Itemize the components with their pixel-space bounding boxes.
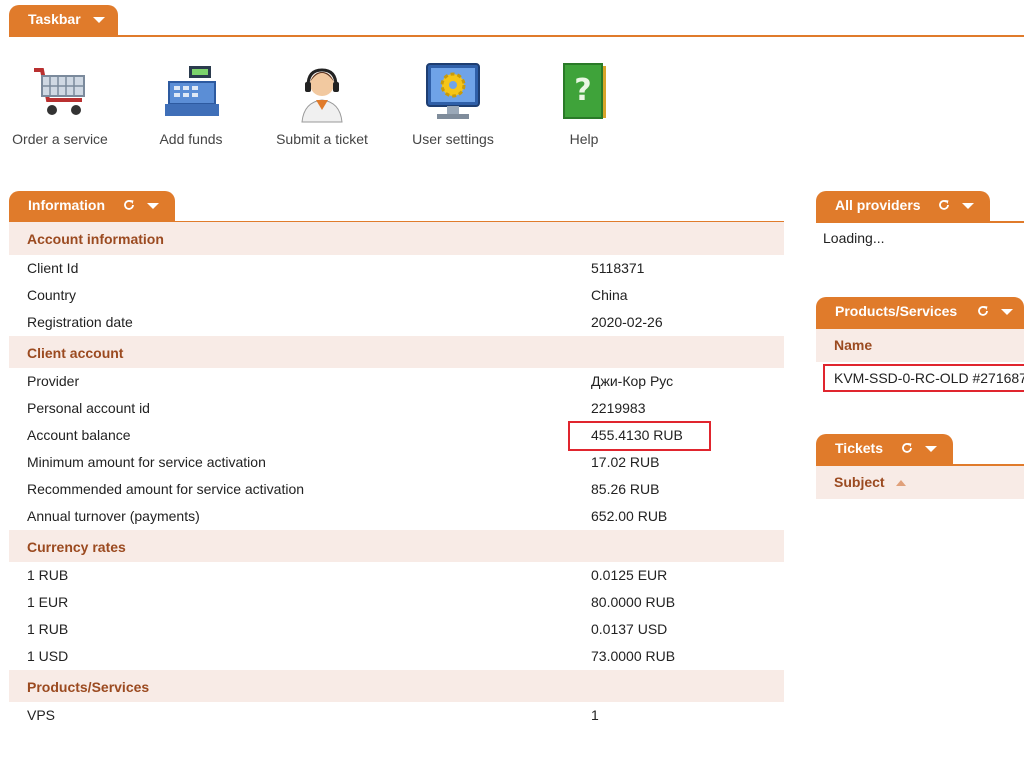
providers-divider [816,221,1024,223]
order-service-button[interactable]: Order a service [0,60,120,147]
table-row: 1 RUB 0.0137 USD [27,621,668,637]
user-settings-button[interactable]: User settings [393,60,513,147]
tickets-title: Tickets [835,440,883,456]
sort-up-icon [896,480,907,487]
help-label: Help [569,131,599,147]
help-book-icon: ? [552,60,616,124]
table-row: VPS 1 [27,707,599,723]
tickets-tab[interactable]: Tickets [816,434,953,466]
table-row: 1 RUB 0.0125 EUR [27,567,668,583]
add-funds-button[interactable]: Add funds [131,60,251,147]
section-products-services: Products/Services [9,670,784,702]
taskbar-tab[interactable]: Taskbar [9,5,118,37]
minimum-amount-link[interactable]: 17.02 RUB [591,449,659,476]
all-providers-tab[interactable]: All providers [816,191,990,223]
cash-register-icon [159,60,223,124]
table-row: Personal account id 2219983 [27,400,646,416]
refresh-icon[interactable] [977,305,989,317]
information-table: Account information Client Id 5118371 Cou… [9,222,784,729]
products-services-tab[interactable]: Products/Services [816,297,1024,329]
refresh-icon[interactable] [901,442,913,454]
table-row: Registration date 2020-02-26 [27,314,663,330]
add-funds-label: Add funds [159,131,223,147]
taskbar-title: Taskbar [28,11,81,27]
svg-text:?: ? [574,73,591,108]
products-services-title: Products/Services [835,303,958,319]
chevron-down-icon[interactable] [924,446,937,453]
table-row: Provider Джи-Кор Рус [27,373,674,389]
support-agent-icon [290,60,354,124]
refresh-icon[interactable] [938,199,950,211]
refresh-icon[interactable] [123,199,135,211]
information-tab[interactable]: Information [9,191,175,223]
recommended-amount-link[interactable]: 85.26 RUB [591,476,659,503]
column-header-name[interactable]: Name [816,329,1024,362]
table-row: Annual turnover (payments) 652.00 RUB [27,508,668,524]
taskbar-divider [9,35,1024,37]
all-providers-title: All providers [835,197,921,213]
table-row: Minimum amount for service activation 17.… [9,449,784,476]
table-row: Recommended amount for service activatio… [9,476,784,503]
section-currency-rates: Currency rates [9,530,784,562]
column-header-subject[interactable]: Subject [816,466,1024,499]
chevron-down-icon[interactable] [962,203,975,210]
chevron-down-icon[interactable] [1000,309,1013,316]
chevron-down-icon[interactable] [92,17,105,24]
table-row: 1 USD 73.0000 RUB [27,648,676,664]
product-highlight-box [823,364,1024,392]
help-button[interactable]: ? Help [524,60,644,147]
section-client-account: Client account [9,336,784,368]
chevron-down-icon[interactable] [146,203,159,210]
shopping-cart-icon [28,60,92,124]
balance-highlight-box [568,421,711,451]
providers-loading-text: Loading... [823,230,885,246]
table-row: 1 EUR 80.0000 RUB [27,594,676,610]
table-row: Client Id 5118371 [27,260,645,276]
table-row: Country China [27,287,628,303]
section-account-information: Account information [9,222,784,255]
tickets-panel: Subject [816,466,1024,499]
monitor-gear-icon [421,60,485,124]
user-settings-label: User settings [412,131,494,147]
order-service-label: Order a service [12,131,108,147]
information-title: Information [28,197,105,213]
submit-ticket-label: Submit a ticket [276,131,368,147]
submit-ticket-button[interactable]: Submit a ticket [262,60,382,147]
